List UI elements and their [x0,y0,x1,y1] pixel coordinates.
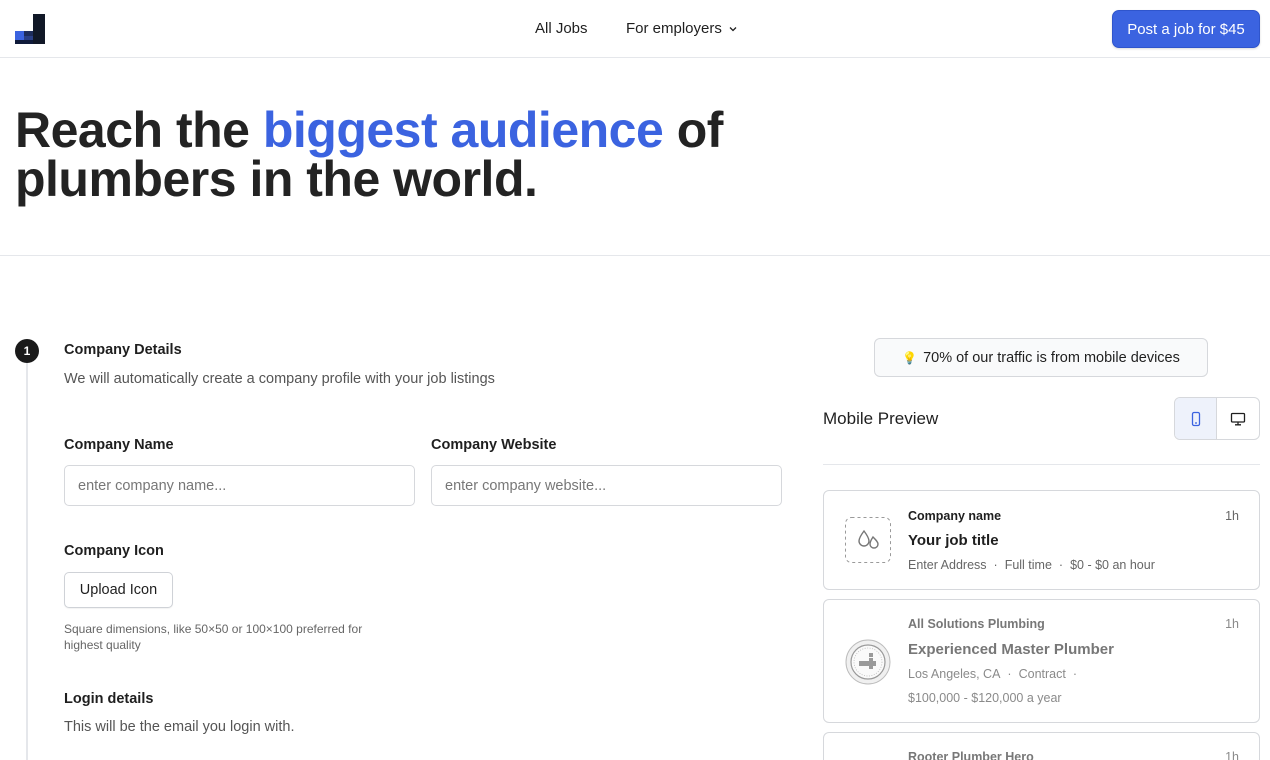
company-icon-label: Company Icon [64,543,164,559]
step-progress-line [26,363,28,760]
example-job-card[interactable]: Rooter Plumber Hero 1h [823,732,1260,760]
card-job-meta: Enter Address · Full time · $0 - $0 an hour [908,558,1155,572]
card-company-name: Company name [908,509,1002,523]
preview-mode-toggle [1174,397,1260,440]
company-details-title: Company Details [64,342,182,358]
nav-for-employers-dropdown[interactable]: For employers [626,20,738,37]
card-salary: $0 - $0 an hour [1070,558,1155,572]
card-job-title: Your job title [908,532,999,549]
card-job-meta: Los Angeles, CA · Contract · [908,667,1078,681]
smartphone-icon [1191,411,1200,426]
card-location: Los Angeles, CA [908,667,1001,681]
mobile-preview-button[interactable] [1175,398,1218,439]
hero-heading: Reach the biggest audience of plumbers i… [15,105,915,204]
nav-all-jobs-link[interactable]: All Jobs [535,20,588,37]
preview-job-card[interactable]: Company name 1h Your job title Enter Add… [823,490,1260,590]
hero-prefix: Reach the [15,102,263,158]
card-address: Enter Address [908,558,987,572]
preview-title: Mobile Preview [823,409,939,428]
card-job-title: Experienced Master Plumber [908,641,1114,658]
card-salary: $100,000 - $120,000 a year [908,691,1062,705]
company-logo-icon [845,639,891,685]
company-website-label: Company Website [431,437,557,453]
post-job-button[interactable]: Post a job for $45 [1112,10,1260,48]
card-posted-time: 1h [1225,509,1239,523]
lightbulb-icon: 💡 [902,350,918,365]
card-posted-time: 1h [1225,617,1239,631]
desktop-preview-button[interactable] [1217,398,1259,439]
step-number-badge: 1 [15,339,39,363]
top-nav-bar: All Jobs For employers Post a job for $4… [0,0,1270,58]
card-posted-time: 1h [1225,750,1239,760]
hero-highlight: biggest audience [262,102,664,158]
company-logo-placeholder-icon [845,517,891,563]
company-name-label: Company Name [64,437,174,453]
upload-icon-button[interactable]: Upload Icon [64,572,173,608]
company-name-input[interactable] [64,465,415,506]
site-logo[interactable] [15,14,45,44]
preview-divider [823,464,1260,465]
company-details-subtitle: We will automatically create a company p… [64,371,495,387]
card-company-name: Rooter Plumber Hero [908,750,1034,760]
login-details-subtitle: This will be the email you login with. [64,719,295,735]
card-company-name: All Solutions Plumbing [908,617,1045,631]
hero-divider [0,255,1270,256]
mobile-traffic-tip-text: 70% of our traffic is from mobile device… [923,349,1180,366]
example-job-card[interactable]: All Solutions Plumbing 1h Experienced Ma… [823,599,1260,723]
mobile-traffic-tip: 💡 70% of our traffic is from mobile devi… [874,338,1208,377]
company-website-input[interactable] [431,465,782,506]
chevron-down-icon [729,26,737,31]
card-job-type: Contract [1018,667,1066,681]
login-details-title: Login details [64,691,154,707]
nav-for-employers-label: For employers [626,20,722,37]
card-job-type: Full time [1004,558,1052,572]
company-icon-hint: Square dimensions, like 50×50 or 100×100… [64,622,363,652]
monitor-icon [1230,412,1246,425]
